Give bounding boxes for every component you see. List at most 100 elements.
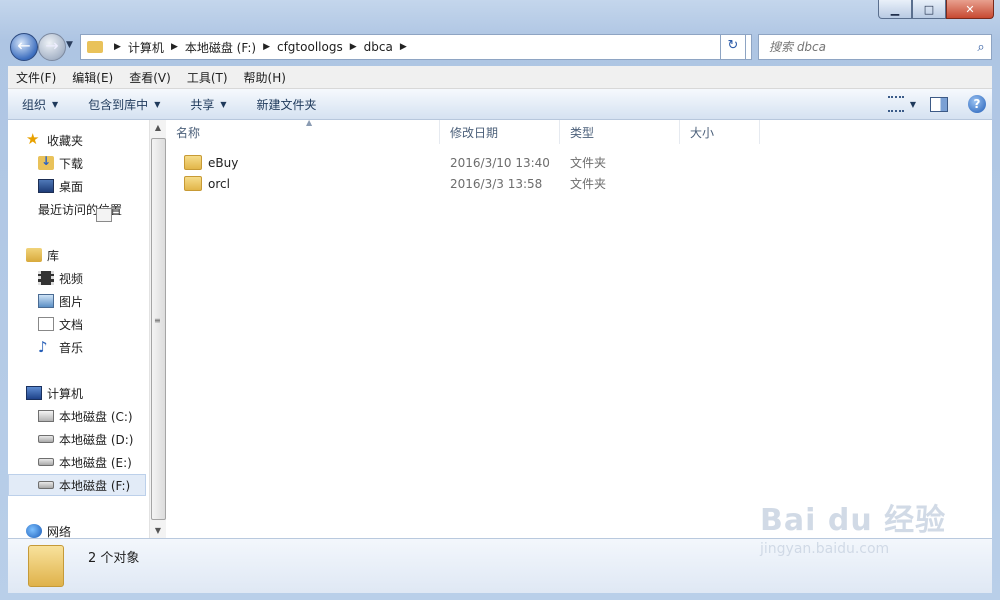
breadcrumb-dbca[interactable]: dbca bbox=[364, 40, 393, 54]
chevron-down-icon[interactable]: ▼ bbox=[910, 100, 916, 109]
scrollbar-thumb[interactable] bbox=[151, 138, 166, 520]
file-modified: 2016/3/10 13:40 bbox=[450, 155, 550, 170]
menu-tools[interactable]: 工具(T) bbox=[179, 69, 236, 86]
back-button[interactable]: ← bbox=[10, 33, 38, 61]
chevron-down-icon: ▼ bbox=[220, 99, 227, 109]
file-list: ▲ 名称 修改日期 类型 大小 eBuy 2016/3/10 13:40 文件夹… bbox=[166, 118, 992, 538]
search-box[interactable]: ⌕ bbox=[758, 34, 992, 60]
address-bar[interactable]: ▶计算机 ▶本地磁盘 (F:) ▶cfgtoollogs ▶dbca ▶ ▼ bbox=[80, 34, 752, 60]
table-row[interactable]: eBuy 2016/3/10 13:40 文件夹 bbox=[166, 152, 680, 173]
breadcrumb-cfgtoollogs[interactable]: cfgtoollogs bbox=[277, 40, 343, 54]
sidebar-item-downloads[interactable]: 下载 bbox=[38, 152, 83, 174]
navigation-bar: ← → ▼ ▶ 计算机 ▶ 本地磁盘 (F:) ▶ cfgtoollogs ▶ dbca… bbox=[8, 30, 992, 61]
chevron-down-icon: ▼ bbox=[52, 99, 59, 109]
sidebar-item-drive-e[interactable]: 本地磁盘 (E:) bbox=[38, 451, 132, 473]
folder-icon bbox=[87, 41, 103, 53]
new-folder-button[interactable]: 新建文件夹 bbox=[241, 96, 331, 113]
share-button[interactable]: 共享 ▼ bbox=[174, 96, 240, 113]
baidu-watermark: Bai du 经验 jingyan.baidu.com bbox=[760, 495, 960, 575]
menu-file[interactable]: 文件(F) bbox=[8, 69, 64, 86]
close-button[interactable]: ✕ bbox=[946, 0, 994, 19]
sidebar-item-desktop[interactable]: 桌面 bbox=[38, 175, 83, 197]
search-icon[interactable]: ⌕ bbox=[971, 40, 991, 55]
item-count: 2 个对象 bbox=[88, 551, 140, 566]
forward-button[interactable]: → bbox=[38, 33, 66, 61]
folder-icon bbox=[28, 545, 64, 587]
table-row[interactable]: orcl 2016/3/3 13:58 文件夹 bbox=[166, 173, 680, 194]
view-options-icon[interactable] bbox=[887, 96, 904, 112]
command-bar: 组织 ▼ 包含到库中 ▼ 共享 ▼ 新建文件夹 ▼ ? bbox=[8, 89, 992, 120]
preview-pane-icon[interactable] bbox=[930, 96, 948, 112]
refresh-button[interactable]: ↻ bbox=[720, 34, 746, 60]
menu-edit[interactable]: 编辑(E) bbox=[64, 69, 121, 86]
back-arrow-icon: ← bbox=[17, 36, 31, 55]
watermark-url: jingyan.baidu.com bbox=[760, 541, 890, 557]
organize-button[interactable]: 组织 ▼ bbox=[8, 96, 72, 113]
sidebar-item-videos[interactable]: 视频 bbox=[38, 267, 83, 289]
column-headers: ▲ 名称 修改日期 类型 大小 bbox=[166, 118, 992, 144]
star-icon: ★ bbox=[26, 130, 40, 148]
sidebar-item-favorites[interactable]: ★ 收藏夹 bbox=[26, 129, 83, 151]
menu-view[interactable]: 查看(V) bbox=[121, 69, 179, 86]
navigation-scrollbar[interactable]: ▲ ≡ ▼ bbox=[149, 120, 166, 538]
desktop-icon bbox=[38, 179, 54, 193]
minimize-button[interactable]: ▁ bbox=[878, 0, 912, 19]
system-drive-icon bbox=[38, 410, 54, 422]
sidebar-item-drive-d[interactable]: 本地磁盘 (D:) bbox=[38, 428, 133, 450]
folder-icon bbox=[184, 155, 202, 170]
picture-icon bbox=[38, 294, 54, 308]
sidebar-item-recent[interactable]: 最近访问的位置 bbox=[38, 198, 122, 222]
chevron-right-icon[interactable]: ▶ bbox=[263, 42, 270, 52]
file-name: orcl bbox=[208, 176, 230, 191]
file-type: 文件夹 bbox=[570, 177, 607, 191]
chevron-right-icon[interactable]: ▶ bbox=[171, 42, 178, 52]
breadcrumb-drive-f[interactable]: 本地磁盘 (F:) bbox=[185, 39, 256, 56]
drive-icon bbox=[38, 435, 54, 443]
navigation-pane: ★收藏夹 下载 桌面 最近访问的位置 库 视频 图片 文档 ♪音乐 计算机 本地… bbox=[8, 120, 149, 538]
scroll-down-icon[interactable]: ▼ bbox=[150, 526, 166, 535]
close-icon: ✕ bbox=[965, 2, 975, 16]
sidebar-item-libraries[interactable]: 库 bbox=[26, 244, 59, 266]
chevron-right-icon[interactable]: ▶ bbox=[350, 42, 357, 52]
sidebar-item-documents[interactable]: 文档 bbox=[38, 313, 83, 335]
sidebar-item-pictures[interactable]: 图片 bbox=[38, 290, 83, 312]
minimize-icon: ▁ bbox=[890, 2, 900, 16]
library-icon bbox=[26, 248, 42, 262]
column-modified[interactable]: 修改日期 bbox=[440, 120, 560, 144]
breadcrumb-computer[interactable]: 计算机 bbox=[128, 39, 164, 56]
search-input[interactable] bbox=[767, 39, 971, 55]
document-icon bbox=[38, 317, 54, 331]
forward-arrow-icon: → bbox=[45, 36, 59, 55]
maximize-button[interactable]: □ bbox=[912, 0, 946, 19]
sidebar-item-computer[interactable]: 计算机 bbox=[26, 382, 83, 404]
file-type: 文件夹 bbox=[570, 156, 607, 170]
column-size[interactable]: 大小 bbox=[680, 120, 760, 144]
sidebar-item-music[interactable]: ♪ 音乐 bbox=[38, 336, 83, 358]
watermark-logo: Bai du 经验 bbox=[760, 503, 947, 538]
column-type[interactable]: 类型 bbox=[560, 120, 680, 144]
chevron-right-icon[interactable]: ▶ bbox=[114, 42, 121, 52]
scroll-up-icon[interactable]: ▲ bbox=[150, 123, 166, 132]
file-name: eBuy bbox=[208, 155, 239, 170]
downloads-icon bbox=[38, 154, 54, 170]
sidebar-item-drive-c[interactable]: 本地磁盘 (C:) bbox=[38, 405, 133, 427]
music-note-icon: ♪ bbox=[38, 338, 48, 356]
maximize-icon: □ bbox=[923, 2, 935, 16]
drive-icon bbox=[38, 481, 54, 489]
file-modified: 2016/3/3 13:58 bbox=[450, 176, 543, 191]
computer-icon bbox=[26, 386, 42, 400]
sort-ascending-icon: ▲ bbox=[306, 118, 313, 127]
sidebar-item-network[interactable]: 网络 bbox=[26, 520, 71, 538]
sidebar-item-drive-f[interactable]: 本地磁盘 (F:) bbox=[8, 474, 146, 496]
menu-help[interactable]: 帮助(H) bbox=[236, 69, 294, 86]
chevron-down-icon: ▼ bbox=[154, 99, 161, 109]
include-in-library-button[interactable]: 包含到库中 ▼ bbox=[72, 96, 174, 113]
chevron-right-icon[interactable]: ▶ bbox=[400, 42, 407, 52]
drive-icon bbox=[38, 458, 54, 466]
network-icon bbox=[26, 524, 42, 538]
refresh-icon: ↻ bbox=[727, 38, 739, 53]
help-icon[interactable]: ? bbox=[968, 95, 986, 113]
recent-pages-dropdown[interactable]: ▼ bbox=[66, 40, 73, 50]
recent-places-icon bbox=[96, 208, 112, 222]
column-name[interactable]: 名称 bbox=[166, 120, 440, 144]
